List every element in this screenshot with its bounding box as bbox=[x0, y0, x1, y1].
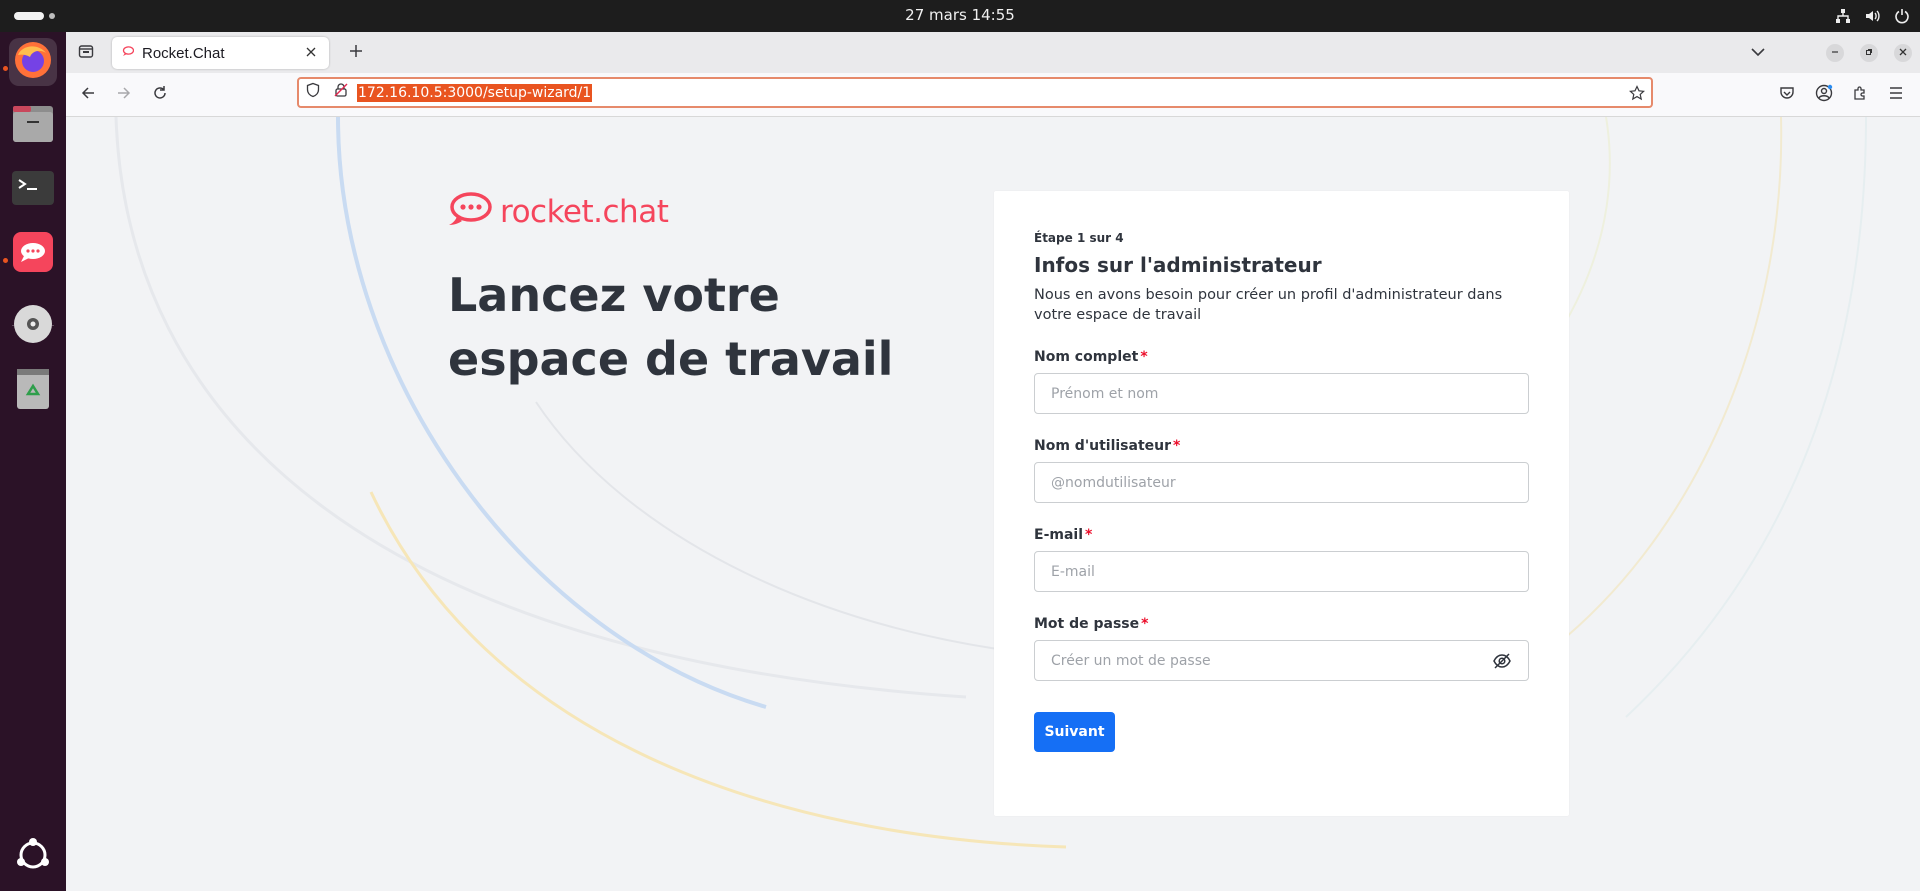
required-marker: * bbox=[1173, 438, 1181, 454]
url-bar[interactable]: 172.16.10.5:3000/setup-wizard/1 bbox=[297, 77, 1653, 108]
dock-terminal[interactable] bbox=[9, 166, 57, 214]
field-label: Nom complet * bbox=[1034, 349, 1148, 365]
menu-button[interactable] bbox=[1882, 81, 1910, 109]
field-label: Mot de passe * bbox=[1034, 616, 1149, 632]
puzzle-icon bbox=[1852, 85, 1868, 106]
running-indicator bbox=[3, 258, 8, 263]
firefox-view-icon bbox=[78, 43, 94, 64]
page-content: rocket.chat Lancez votre espace de trava… bbox=[66, 117, 1920, 891]
hero-title: Lancez votre espace de travail bbox=[448, 268, 894, 386]
firefox-icon bbox=[12, 39, 54, 86]
insecure-lock-icon[interactable] bbox=[333, 82, 349, 103]
field-password: Mot de passe * Créer un mot de passe bbox=[1034, 616, 1529, 681]
url-text[interactable]: 172.16.10.5:3000/setup-wizard/1 bbox=[357, 83, 593, 102]
next-button[interactable]: Suivant bbox=[1034, 712, 1115, 752]
account-icon bbox=[1815, 84, 1833, 107]
forward-button[interactable] bbox=[110, 81, 138, 109]
password-input[interactable]: Créer un mot de passe bbox=[1034, 640, 1529, 681]
required-marker: * bbox=[1140, 349, 1148, 365]
firefox-window: Rocket.Chat 172.16.10.5:3000/setup-wizar… bbox=[66, 32, 1920, 891]
rocketchat-logo: rocket.chat bbox=[448, 190, 669, 233]
chevron-down-icon bbox=[1751, 44, 1765, 62]
rocketchat-app-icon bbox=[13, 231, 53, 277]
dock-trash[interactable] bbox=[9, 367, 57, 415]
system-clock[interactable]: 27 mars 14:55 bbox=[0, 0, 1920, 32]
running-indicator bbox=[3, 66, 8, 71]
arrow-left-icon bbox=[80, 85, 96, 106]
network-icon bbox=[1835, 8, 1851, 24]
username-input[interactable]: @nomdutilisateur bbox=[1034, 462, 1529, 503]
pocket-icon bbox=[1779, 85, 1795, 106]
dock-disc[interactable] bbox=[9, 302, 57, 350]
reload-icon bbox=[152, 85, 168, 106]
restore-button[interactable] bbox=[1860, 44, 1878, 62]
field-full-name: Nom complet * Prénom et nom bbox=[1034, 349, 1529, 414]
field-email: E-mail * E-mail bbox=[1034, 527, 1529, 592]
step-indicator: Étape 1 sur 4 bbox=[1034, 231, 1124, 245]
tab-rocketchat[interactable]: Rocket.Chat bbox=[112, 37, 329, 69]
rocketchat-logo-icon bbox=[448, 190, 492, 233]
field-label: Nom d'utilisateur * bbox=[1034, 438, 1181, 454]
files-icon bbox=[11, 104, 55, 149]
logo-wordmark: rocket.chat bbox=[500, 193, 669, 230]
dock-rocketchat[interactable] bbox=[9, 230, 57, 278]
minimize-button[interactable] bbox=[1826, 44, 1844, 62]
optical-disc-icon bbox=[12, 303, 54, 350]
dock-firefox[interactable] bbox=[9, 38, 57, 86]
extensions-button[interactable] bbox=[1846, 81, 1874, 109]
firefox-view-button[interactable] bbox=[72, 39, 100, 67]
minimize-icon bbox=[1831, 47, 1839, 59]
field-username: Nom d'utilisateur * @nomdutilisateur bbox=[1034, 438, 1529, 503]
setup-wizard-card: Étape 1 sur 4 Infos sur l'administrateur… bbox=[994, 191, 1569, 816]
new-tab-button[interactable] bbox=[342, 39, 370, 67]
required-marker: * bbox=[1085, 527, 1093, 543]
tab-close-button[interactable] bbox=[303, 45, 319, 61]
ubuntu-apps-icon bbox=[14, 836, 52, 879]
navigation-toolbar: 172.16.10.5:3000/setup-wizard/1 bbox=[66, 73, 1920, 117]
arrow-right-icon bbox=[116, 85, 132, 106]
reload-button[interactable] bbox=[146, 81, 174, 109]
rocketchat-favicon bbox=[122, 44, 135, 62]
full-name-input[interactable]: Prénom et nom bbox=[1034, 373, 1529, 414]
form-title: Infos sur l'administrateur bbox=[1034, 253, 1322, 277]
hamburger-icon bbox=[1888, 86, 1904, 105]
password-placeholder: Créer un mot de passe bbox=[1051, 652, 1211, 669]
email-input[interactable]: E-mail bbox=[1034, 551, 1529, 592]
close-icon bbox=[306, 44, 316, 62]
trash-icon bbox=[15, 367, 51, 416]
back-button[interactable] bbox=[74, 81, 102, 109]
eye-off-icon[interactable] bbox=[1492, 651, 1512, 675]
form-subtitle: Nous en avons besoin pour créer un profi… bbox=[1034, 287, 1503, 323]
dock bbox=[0, 32, 66, 891]
pocket-button[interactable] bbox=[1773, 81, 1801, 109]
tracking-protection-icon[interactable] bbox=[305, 82, 321, 103]
terminal-icon bbox=[11, 170, 55, 211]
field-label: E-mail * bbox=[1034, 527, 1093, 543]
tab-bar: Rocket.Chat bbox=[66, 32, 1920, 73]
close-window-button[interactable] bbox=[1894, 44, 1912, 62]
system-top-bar: 27 mars 14:55 bbox=[0, 0, 1920, 32]
list-all-tabs-button[interactable] bbox=[1744, 39, 1772, 67]
power-icon bbox=[1894, 8, 1910, 24]
close-icon bbox=[1899, 47, 1907, 59]
plus-icon bbox=[349, 44, 363, 63]
background-arcs bbox=[114, 117, 1867, 849]
dock-files[interactable] bbox=[9, 102, 57, 150]
account-button[interactable] bbox=[1810, 81, 1838, 109]
tab-title: Rocket.Chat bbox=[142, 44, 225, 62]
dock-show-apps[interactable] bbox=[9, 833, 57, 881]
volume-icon bbox=[1864, 8, 1881, 24]
bookmark-star-icon[interactable] bbox=[1629, 85, 1645, 106]
required-marker: * bbox=[1141, 616, 1149, 632]
restore-icon bbox=[1865, 47, 1873, 59]
system-tray[interactable] bbox=[1835, 0, 1910, 32]
